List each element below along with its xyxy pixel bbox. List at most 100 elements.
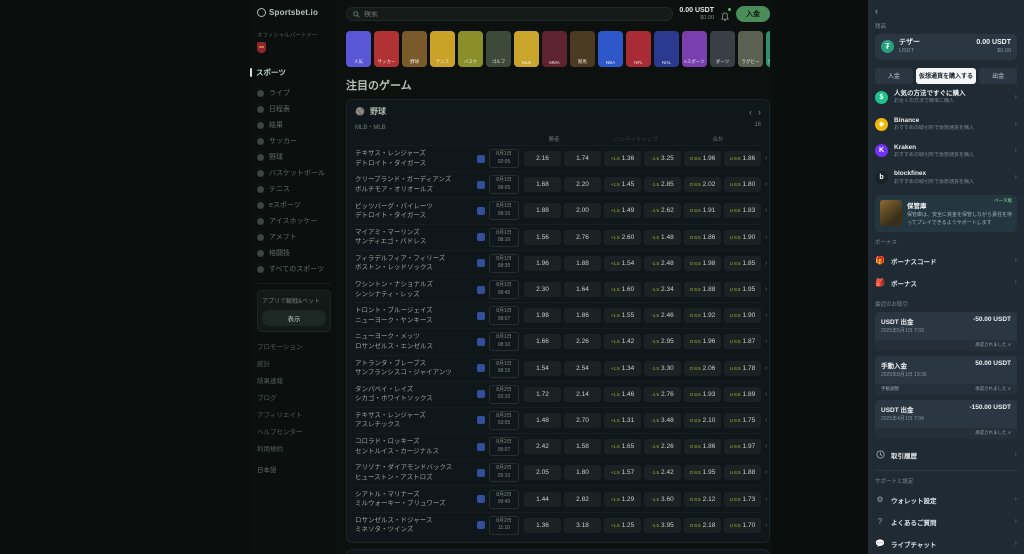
odds-total-over[interactable]: O 8.51.91 [684,203,721,218]
row-more-markets-chevron-icon[interactable]: › [765,365,767,372]
sidebar-item[interactable]: バスケットボール [257,165,331,181]
odds-moneyline-away[interactable]: 1.80 [564,465,601,480]
odds-total-under[interactable]: U 8.51.78 [724,361,761,376]
sidebar-item[interactable]: 格闘技 [257,245,331,261]
odds-moneyline-home[interactable]: 1.44 [524,492,561,507]
row-more-markets-chevron-icon[interactable]: › [765,312,767,319]
odds-handicap-home[interactable]: +1.51.34 [604,361,641,376]
odds-total-under[interactable]: U 8.51.80 [724,177,761,192]
odds-handicap-home[interactable]: +1.51.57 [604,465,641,480]
sidebar-item[interactable]: アイスホッケー [257,213,331,229]
sidebar-link[interactable]: 利用規約 [257,439,331,456]
game-row[interactable]: ワシントン・ナショナルズ シンシナティ・レッズ 8月1日 08:45 2.30 … [355,276,761,302]
transaction-history-item[interactable]: 取引履歴 › [875,444,1017,466]
odds-moneyline-home[interactable]: 1.48 [524,413,561,428]
league-row[interactable]: MLB・MLB 16 [355,122,761,131]
transaction-footer[interactable]: 承認されました ∨ [875,340,1017,351]
matchup[interactable]: ピッツバーグ・パイレーツ デトロイト・タイガース [355,202,473,221]
sport-tile[interactable]: ダーツ [710,31,735,67]
tab-deposit[interactable]: 入金 [875,68,913,84]
row-more-markets-chevron-icon[interactable]: › [765,234,767,241]
odds-handicap-away[interactable]: -1.53.48 [644,413,681,428]
odds-moneyline-away[interactable]: 3.18 [564,518,601,533]
odds-handicap-away[interactable]: -1.52.26 [644,439,681,454]
game-row[interactable]: マイアミ・マーリンズ サンディエゴ・パドレス 8月1日 08:10 1.56 2… [355,224,761,250]
odds-handicap-home[interactable]: +1.51.46 [604,387,641,402]
odds-handicap-home[interactable]: +1.51.54 [604,256,641,271]
odds-total-under[interactable]: U 8.51.87 [724,334,761,349]
matchup[interactable]: アトランタ・ブレーブス サンフランシスコ・ジャイアンツ [355,359,473,378]
odds-moneyline-away[interactable]: 2.82 [564,492,601,507]
game-row[interactable]: タンパベイ・レイズ シカゴ・ホワイトソックス 8月2日 02:10 1.72 2… [355,381,761,407]
game-row[interactable]: クリーブランド・ガーディアンズ ボルチモア・オリオールズ 8月1日 08:05 … [355,171,761,197]
matchup[interactable]: ニューヨーク・メッツ ロサンゼルス・エンゼルス [355,332,473,351]
odds-handicap-home[interactable]: +1.51.42 [604,334,641,349]
odds-handicap-home[interactable]: +1.52.60 [604,230,641,245]
odds-handicap-home[interactable]: +1.51.45 [604,177,641,192]
matchup[interactable]: トロント・ブルージェイズ ニューヨーク・ヤンキース [355,306,473,325]
odds-total-under[interactable]: U 8.51.97 [724,439,761,454]
sport-tile[interactable]: ラグビー [738,31,763,67]
game-row[interactable]: シアトル・マリナーズ ミルウォーキー・ブリュワーズ 8月2日 09:40 1.4… [355,485,761,511]
sport-tile[interactable]: ゴルフ [486,31,511,67]
next-sport-card[interactable]: ⚽ サッカー [346,549,770,554]
odds-handicap-away[interactable]: -1.52.48 [644,256,681,271]
odds-moneyline-away[interactable]: 2.14 [564,387,601,402]
odds-total-over[interactable]: O 8.52.12 [684,492,721,507]
buy-option[interactable]: b blockfinex おすすめの取引所で仮想通貨を購入 › [875,164,1017,191]
odds-handicap-home[interactable]: +1.51.55 [604,308,641,323]
row-more-markets-chevron-icon[interactable]: › [765,496,767,503]
odds-moneyline-away[interactable]: 1.64 [564,282,601,297]
row-more-markets-chevron-icon[interactable]: › [765,181,767,188]
odds-moneyline-home[interactable]: 1.36 [524,518,561,533]
sidebar-sports-header[interactable]: スポーツ [250,67,331,78]
row-more-markets-chevron-icon[interactable]: › [765,391,767,398]
odds-total-over[interactable]: O 8.52.06 [684,361,721,376]
search-box[interactable] [346,7,673,21]
buy-option[interactable]: $ 人気の方法ですぐに購入 お近くの方法で簡単に購入 › [875,84,1017,111]
odds-moneyline-home[interactable]: 1.56 [524,230,561,245]
odds-moneyline-away[interactable]: 1.74 [564,151,601,166]
odds-handicap-away[interactable]: -1.53.25 [644,151,681,166]
odds-total-over[interactable]: O 8.51.95 [684,465,721,480]
row-more-markets-chevron-icon[interactable]: › [765,338,767,345]
odds-moneyline-away[interactable]: 1.88 [564,256,601,271]
odds-handicap-away[interactable]: -1.52.62 [644,203,681,218]
partner-crest-icon[interactable] [257,42,266,53]
odds-total-under[interactable]: U 8.51.90 [724,230,761,245]
odds-handicap-home[interactable]: +1.51.29 [604,492,641,507]
odds-moneyline-home[interactable]: 1.96 [524,256,561,271]
sidebar-link[interactable]: アフィリエイト [257,405,331,422]
pager-next-icon[interactable]: › [758,107,761,117]
game-row[interactable]: アトランタ・ブレーブス サンフランシスコ・ジャイアンツ 8月1日 08:15 1… [355,355,761,381]
sport-tile[interactable]: MMA [542,31,567,67]
sidebar-item[interactable]: テニス [257,181,331,197]
odds-total-over[interactable]: O 8.52.18 [684,518,721,533]
odds-moneyline-home[interactable]: 1.54 [524,361,561,376]
odds-total-over[interactable]: O 8.51.98 [684,256,721,271]
game-row[interactable]: コロラド・ロッキーズ セントルイス・カージナルス 8月2日 05:07 2.42… [355,433,761,459]
sidebar-item[interactable]: eスポーツ [257,197,331,213]
game-row[interactable]: ロサンゼルス・ドジャース ミネソタ・ツインズ 8月2日 11:10 1.36 3… [355,512,761,538]
odds-moneyline-away[interactable]: 2.20 [564,177,601,192]
support-item[interactable]: ? よくあるご質問 › [875,511,1017,533]
buy-option[interactable]: ◆ Binance おすすめの取引所で仮想通貨を購入 › [875,111,1017,138]
game-row[interactable]: ピッツバーグ・パイレーツ デトロイト・タイガース 8月1日 08:10 1.88… [355,197,761,223]
tab-withdraw[interactable]: 出金 [979,68,1017,84]
game-row[interactable]: アリゾナ・ダイアモンドバックス ヒューストン・アストロズ 8月2日 05:10 … [355,459,761,485]
odds-handicap-home[interactable]: +1.51.31 [604,413,641,428]
odds-handicap-away[interactable]: -1.52.95 [644,334,681,349]
balance-display[interactable]: 0.00 USDT $0.00 [679,7,714,21]
game-row[interactable]: ニューヨーク・メッツ ロサンゼルス・エンゼルス 8月1日 08:10 1.66 … [355,328,761,354]
row-more-markets-chevron-icon[interactable]: › [765,155,767,162]
odds-total-over[interactable]: O 8.51.96 [684,334,721,349]
odds-moneyline-home[interactable]: 1.66 [524,334,561,349]
sidebar-item[interactable]: サッカー [257,133,331,149]
sidebar-item[interactable]: ライブ [257,85,331,101]
odds-handicap-away[interactable]: -1.51.48 [644,230,681,245]
brand[interactable]: Sportsbet.io [257,8,331,17]
sport-tile[interactable]: クリケット [766,31,770,67]
odds-moneyline-home[interactable]: 2.16 [524,151,561,166]
matchup[interactable]: マイアミ・マーリンズ サンディエゴ・パドレス [355,228,473,247]
bonus-item[interactable]: 🎒 ボーナス › [875,272,1017,294]
